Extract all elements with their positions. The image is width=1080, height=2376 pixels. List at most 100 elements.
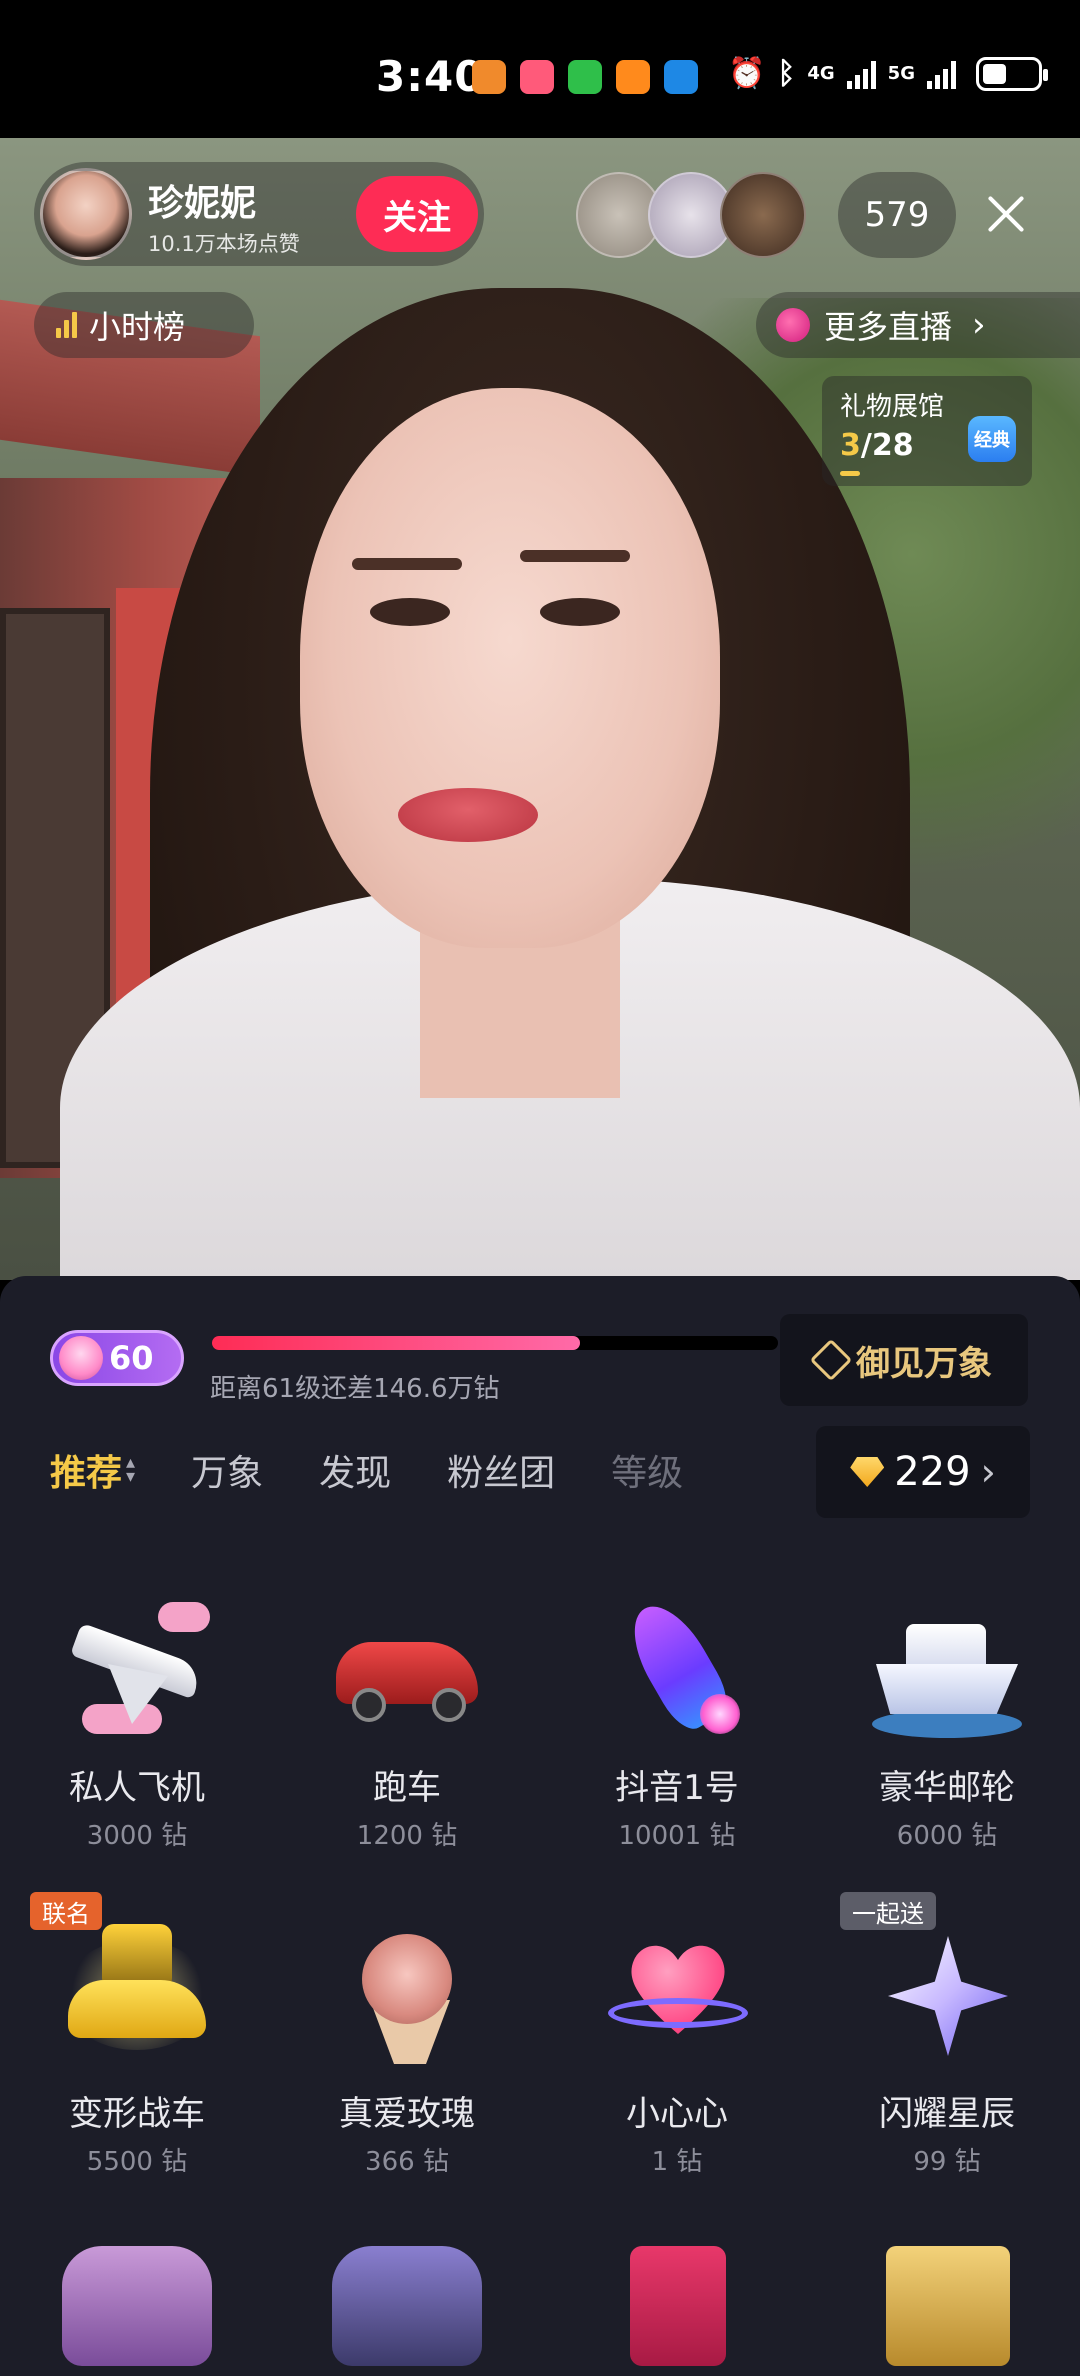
transformer-car-icon (62, 1920, 212, 2070)
streamer-brow (352, 558, 462, 570)
gift-name: 小心心 (626, 2094, 728, 2134)
gift-name: 豪华邮轮 (879, 1768, 1015, 1808)
gift-price: 10001 钻 (618, 1821, 736, 1851)
close-icon[interactable] (978, 186, 1034, 242)
tab-recommend[interactable]: 推荐 ▴ ▾ (50, 1444, 135, 1496)
status-indicators: ⏰ ᛒ 4G 5G (728, 56, 1048, 91)
gift-item[interactable]: 真爱玫瑰 366 钻 (272, 1920, 542, 2178)
gift-item[interactable]: 小心心 1 钻 (542, 1920, 812, 2178)
network-4g-label: 4G (807, 62, 835, 84)
level-progress-fill (212, 1336, 580, 1350)
cloud-gift-icon (62, 2246, 212, 2376)
bluetooth-icon: ᛒ (777, 56, 796, 91)
level-progress-track (212, 1336, 778, 1350)
streamer-lips (398, 788, 538, 842)
gift-price: 1 钻 (651, 2147, 703, 2177)
top-viewers[interactable] (576, 172, 806, 258)
gift-price: 5500 钻 (86, 2147, 188, 2177)
host-avatar[interactable] (40, 168, 132, 260)
streamer-eye (370, 598, 450, 626)
status-app-icons (472, 60, 698, 94)
viewer-count[interactable]: 579 (838, 172, 956, 258)
gift-price: 1200 钻 (356, 1821, 458, 1851)
sports-car-icon (332, 1594, 482, 1744)
gift-tabs: 推荐 ▴ ▾ 万象 发现 粉丝团 等级 (50, 1444, 739, 1496)
status-time: 3:40 (376, 52, 485, 101)
diamond-icon (850, 1457, 885, 1487)
gold-box-icon (872, 2246, 1022, 2376)
gift-hall-progress-bar (840, 471, 860, 476)
more-live-button[interactable]: 更多直播 › (756, 292, 1080, 358)
level-progress-text: 距离61级还差146.6万钻 (210, 1374, 500, 1404)
follow-button[interactable]: 关注 (356, 176, 478, 252)
alarm-icon: ⏰ (728, 56, 766, 91)
gift-item[interactable]: 抖音1号 10001 钻 (542, 1593, 812, 1852)
gift-name: 闪耀星辰 (879, 2094, 1015, 2134)
gift-name: 变形战车 (69, 2094, 205, 2134)
hour-rank-button[interactable]: 小时榜 (34, 292, 254, 358)
gift-price: 99 钻 (913, 2147, 981, 2177)
signal-icon (926, 59, 956, 89)
app-notification-icon (520, 60, 554, 94)
tab-level[interactable]: 等级 (611, 1444, 683, 1496)
classic-badge: 经典 (968, 416, 1016, 462)
yujian-button[interactable]: 御见万象 (780, 1314, 1028, 1406)
red-envelope-icon (602, 2246, 752, 2376)
heart-icon (602, 1920, 752, 2070)
weibo-icon (664, 60, 698, 94)
character-gift-icon (332, 2246, 482, 2376)
host-info[interactable]: 珍妮妮 10.1万本场点赞 关注 (34, 162, 484, 266)
gift-item[interactable] (2, 2246, 272, 2376)
sort-icon: ▴ ▾ (126, 1452, 136, 1487)
gift-hall-title: 礼物展馆 (840, 392, 945, 422)
battery-icon (975, 56, 1048, 91)
network-5g-label: 5G (887, 62, 915, 84)
iqiyi-icon (568, 60, 602, 94)
level-badge[interactable]: 60 (50, 1330, 184, 1386)
tab-discover[interactable]: 发现 (319, 1444, 391, 1496)
gift-hall-progress: 3/28 (840, 428, 914, 463)
streamer-face (300, 388, 720, 948)
gift-price: 366 钻 (365, 2147, 449, 2177)
rank-bars-icon (56, 312, 77, 338)
tab-fan-club[interactable]: 粉丝团 (447, 1444, 555, 1496)
private-jet-icon (62, 1594, 212, 1744)
rocket-icon (602, 1593, 752, 1744)
star-icon (872, 1920, 1022, 2070)
tab-wanxiang[interactable]: 万象 (191, 1444, 263, 1496)
rose-bouquet-icon (332, 1920, 482, 2070)
gift-item[interactable] (542, 2246, 812, 2376)
gift-item[interactable]: 豪华邮轮 6000 钻 (812, 1594, 1080, 1852)
gift-item[interactable] (812, 2246, 1080, 2376)
live-heart-icon (776, 308, 810, 342)
host-likes: 10.1万本场点赞 (148, 232, 300, 256)
gift-panel: 60 距离61级还差146.6万钻 御见万象 推荐 ▴ ▾ 万象 发现 粉丝团 等… (0, 1276, 1080, 2376)
signal-icon (846, 59, 876, 89)
streamer-eye (540, 598, 620, 626)
gift-name: 真爱玫瑰 (339, 2094, 475, 2134)
gift-item[interactable]: 跑车 1200 钻 (272, 1594, 542, 1852)
viewer-avatar[interactable] (720, 172, 806, 258)
gift-hall-card[interactable]: 礼物展馆 3/28 经典 (822, 376, 1032, 486)
gift-item[interactable]: 联名 变形战车 5500 钻 (2, 1892, 272, 2178)
level-number: 60 (109, 1339, 154, 1377)
gift-item[interactable]: 一起送 闪耀星辰 99 钻 (812, 1892, 1080, 2178)
status-bar: 3:40 ⏰ ᛒ 4G 5G (0, 0, 1080, 138)
gift-price: 3000 钻 (86, 1821, 188, 1851)
level-crest-icon (59, 1336, 103, 1380)
gift-name: 私人飞机 (69, 1768, 205, 1808)
video-app-icon (616, 60, 650, 94)
more-live-label: 更多直播 (824, 308, 953, 346)
gift-name: 跑车 (373, 1768, 441, 1808)
gift-item[interactable]: 私人飞机 3000 钻 (2, 1594, 272, 1852)
gift-item[interactable] (272, 2246, 542, 2376)
app-notification-icon (472, 60, 506, 94)
balance-value: 229 (894, 1449, 971, 1495)
yujian-label: 御见万象 (856, 1343, 992, 1384)
diamond-balance[interactable]: 229 › (816, 1426, 1030, 1518)
gift-price: 6000 钻 (896, 1821, 998, 1851)
chevron-right-icon: › (972, 305, 986, 345)
hour-rank-label: 小时榜 (89, 308, 186, 346)
gift-name: 抖音1号 (615, 1768, 739, 1808)
yujian-icon (809, 1338, 853, 1382)
